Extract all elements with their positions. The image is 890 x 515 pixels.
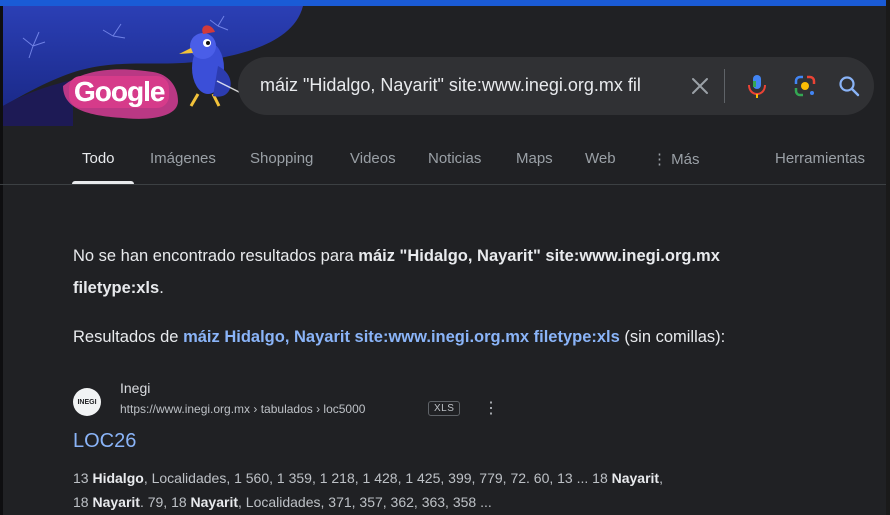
- close-icon: [692, 78, 708, 94]
- no-results-suffix: .: [159, 279, 164, 297]
- tab-herramientas[interactable]: Herramientas: [775, 150, 865, 167]
- lens-search-button[interactable]: [791, 72, 819, 100]
- no-results-prefix: No se han encontrado resultados para: [73, 247, 359, 265]
- clear-search-button[interactable]: [686, 72, 714, 100]
- result-snippet: 13 Hidalgo, Localidades, 1 560, 1 359, 1…: [73, 466, 863, 514]
- snippet-bold: Nayarit: [611, 470, 660, 486]
- tab-todo[interactable]: Todo: [82, 150, 115, 167]
- result-url: https://www.inegi.org.mx › tabulados › l…: [120, 402, 366, 416]
- inegi-favicon-icon: INEGI: [73, 388, 101, 416]
- window-edge-right: [886, 0, 890, 515]
- search-tabs: Todo Imágenes Shopping Videos Noticias M…: [0, 148, 886, 184]
- voice-search-button[interactable]: [743, 71, 771, 101]
- doodle-logo-text: Google: [69, 76, 170, 108]
- no-results-query-line1: máiz "Hidalgo, Nayarit" site:www.inegi.o…: [358, 247, 720, 265]
- lens-icon: [794, 75, 816, 97]
- snippet-bold: Hidalgo: [92, 470, 144, 486]
- search-submit-button[interactable]: [835, 72, 863, 100]
- search-input[interactable]: máiz "Hidalgo, Nayarit" site:www.inegi.o…: [260, 75, 685, 96]
- result-site-name: Inegi: [120, 380, 151, 396]
- tab-imagenes[interactable]: Imágenes: [150, 150, 216, 167]
- file-type-badge: XLS: [428, 401, 461, 416]
- tab-web[interactable]: Web: [585, 150, 616, 167]
- search-icon: [839, 76, 860, 97]
- result-title-link[interactable]: LOC26: [73, 430, 136, 453]
- snippet-text: 18: [73, 494, 93, 510]
- snippet-text: . 79, 18: [139, 494, 191, 510]
- tab-maps[interactable]: Maps: [516, 150, 553, 167]
- snippet-bold: Nayarit: [190, 494, 238, 510]
- doodle-logo: Google: [69, 76, 170, 108]
- tab-shopping[interactable]: Shopping: [250, 150, 313, 167]
- snippet-text: , Localidades, 1 560, 1 359, 1 218, 1 42…: [143, 470, 612, 486]
- unquoted-query-link[interactable]: máiz Hidalgo, Nayarit site:www.inegi.org…: [183, 328, 620, 346]
- result-more-options-button[interactable]: ⋮: [483, 398, 499, 418]
- mic-icon: [748, 75, 766, 98]
- tabs-divider: [0, 184, 886, 185]
- search-divider: [724, 69, 725, 103]
- favicon-text: INEGI: [77, 398, 97, 406]
- no-results-message: No se han encontrado resultados para mái…: [73, 240, 863, 304]
- no-results-query-line2: filetype:xls: [73, 279, 160, 297]
- tab-mas[interactable]: ⋮ Más: [652, 150, 700, 168]
- results-without-quotes: Resultados de máiz Hidalgo, Nayarit site…: [73, 328, 873, 347]
- snippet-text: 13: [73, 470, 93, 486]
- snippet-text: ,: [659, 470, 663, 486]
- snippet-bold: Nayarit: [92, 494, 140, 510]
- results-suffix: (sin comillas):: [619, 328, 726, 346]
- tab-videos[interactable]: Videos: [350, 150, 396, 167]
- search-bar: máiz "Hidalgo, Nayarit" site:www.inegi.o…: [238, 57, 874, 115]
- results-prefix: Resultados de: [73, 328, 184, 346]
- snippet-text: , Localidades, 371, 357, 362, 363, 358 .…: [238, 494, 492, 510]
- result-source[interactable]: INEGI Inegi https://www.inegi.org.mx › t…: [73, 380, 573, 420]
- tab-noticias[interactable]: Noticias: [428, 150, 481, 167]
